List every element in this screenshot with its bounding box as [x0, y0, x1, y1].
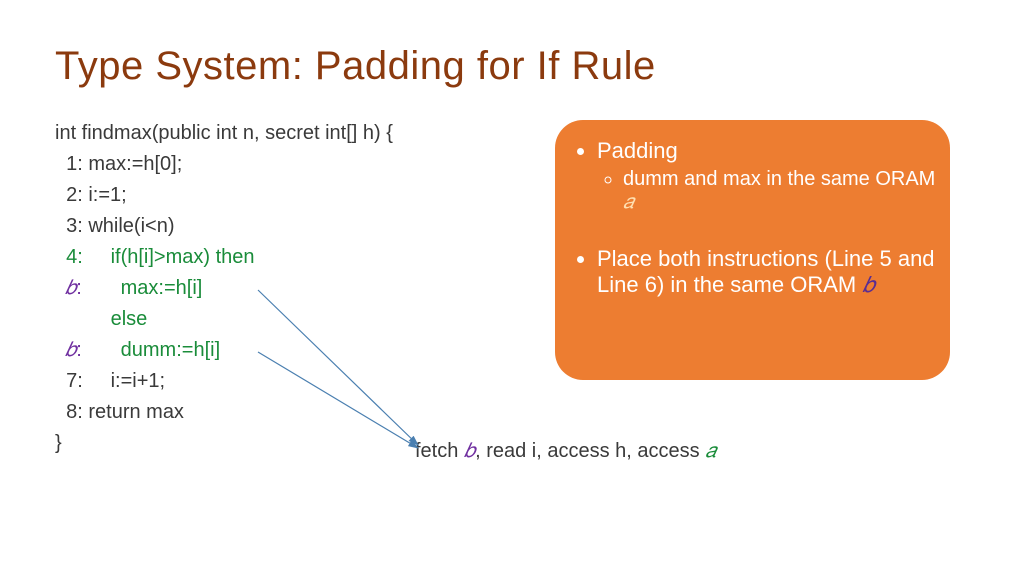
- callout-box: Padding dumm and max in the same ORAM 𝑎 …: [555, 120, 950, 380]
- code-line-9: }: [55, 428, 393, 459]
- code-line-0: int findmax(public int n, secret int[] h…: [55, 118, 393, 149]
- box-item-oram-b: Place both instructions (Line 5 and Line…: [597, 246, 938, 298]
- code-line-3: 3: while(i<n): [55, 211, 393, 242]
- code-line-6: 𝑏: dumm:=h[i]: [55, 335, 393, 366]
- box-item-padding: Padding dumm and max in the same ORAM 𝑎: [597, 138, 938, 214]
- code-line-4: 4: if(h[i]>max) then: [55, 242, 393, 273]
- code-line-2: 2: i:=1;: [55, 180, 393, 211]
- box-subitem-oram-a: dumm and max in the same ORAM 𝑎: [623, 168, 938, 214]
- code-line-else: else: [55, 304, 393, 335]
- code-line-1: 1: max:=h[0];: [55, 149, 393, 180]
- code-line-7: 7: i:=i+1;: [55, 366, 393, 397]
- code-line-5: 𝑏: max:=h[i]: [55, 273, 393, 304]
- slide-title: Type System: Padding for If Rule: [55, 44, 656, 89]
- code-line-8: 8: return max: [55, 397, 393, 428]
- code-block: int findmax(public int n, secret int[] h…: [55, 118, 393, 459]
- caption-text: fetch 𝑏, read i, access h, access 𝑎: [415, 440, 716, 463]
